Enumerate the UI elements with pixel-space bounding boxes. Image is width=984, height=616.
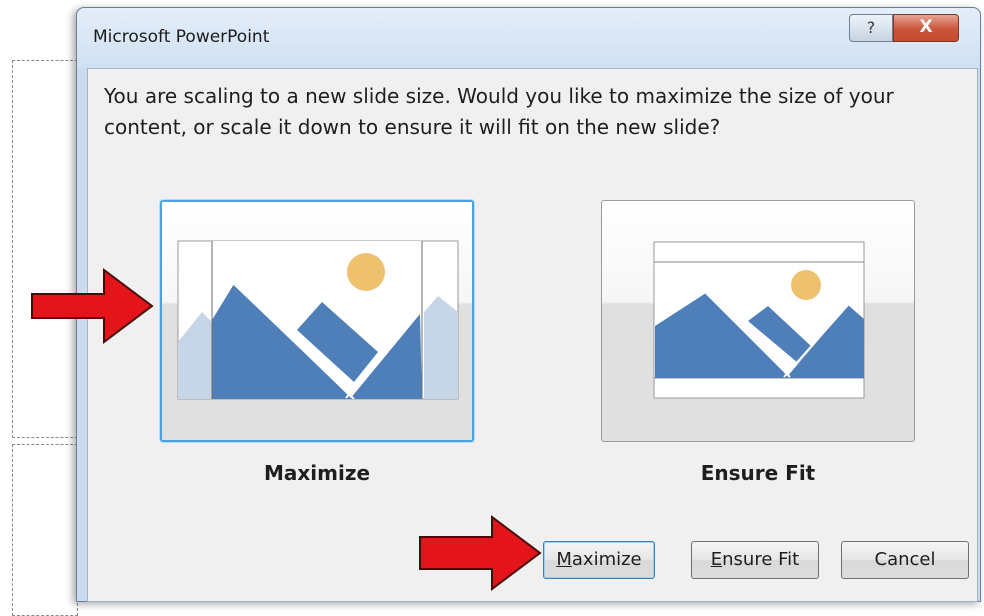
help-icon[interactable]: ? bbox=[849, 14, 893, 42]
maximize-preview-icon bbox=[177, 240, 459, 400]
dialog-message: You are scaling to a new slide size. Wou… bbox=[104, 84, 894, 139]
maximize-button-label: aximize bbox=[571, 549, 642, 570]
red-arrow-icon bbox=[31, 268, 154, 344]
cancel-button[interactable]: Cancel bbox=[841, 541, 969, 579]
maximize-mnemonic: M bbox=[556, 549, 572, 570]
maximize-option-label: Maximize bbox=[263, 461, 371, 485]
ensure-fit-mnemonic: E bbox=[710, 549, 723, 570]
maximize-button[interactable]: Maximize bbox=[543, 541, 655, 579]
ensure-fit-button-label: nsure Fit bbox=[722, 549, 800, 570]
maximize-option[interactable] bbox=[160, 200, 474, 442]
red-arrow-icon bbox=[419, 515, 542, 591]
dialog-title: Microsoft PowerPoint bbox=[93, 27, 270, 47]
ensure-fit-option[interactable] bbox=[601, 200, 915, 442]
title-bar[interactable]: Microsoft PowerPoint ? X bbox=[77, 8, 980, 68]
ensure-fit-button[interactable]: Ensure Fit bbox=[691, 541, 819, 579]
ensure-fit-preview-icon bbox=[653, 241, 865, 399]
scale-dialog: Microsoft PowerPoint ? X You are scaling… bbox=[76, 7, 981, 602]
background-slide-outline-top bbox=[12, 60, 78, 438]
close-icon[interactable]: X bbox=[893, 14, 959, 42]
background-slide-outline-bottom bbox=[12, 444, 78, 616]
ensure-fit-option-label: Ensure Fit bbox=[700, 461, 816, 485]
